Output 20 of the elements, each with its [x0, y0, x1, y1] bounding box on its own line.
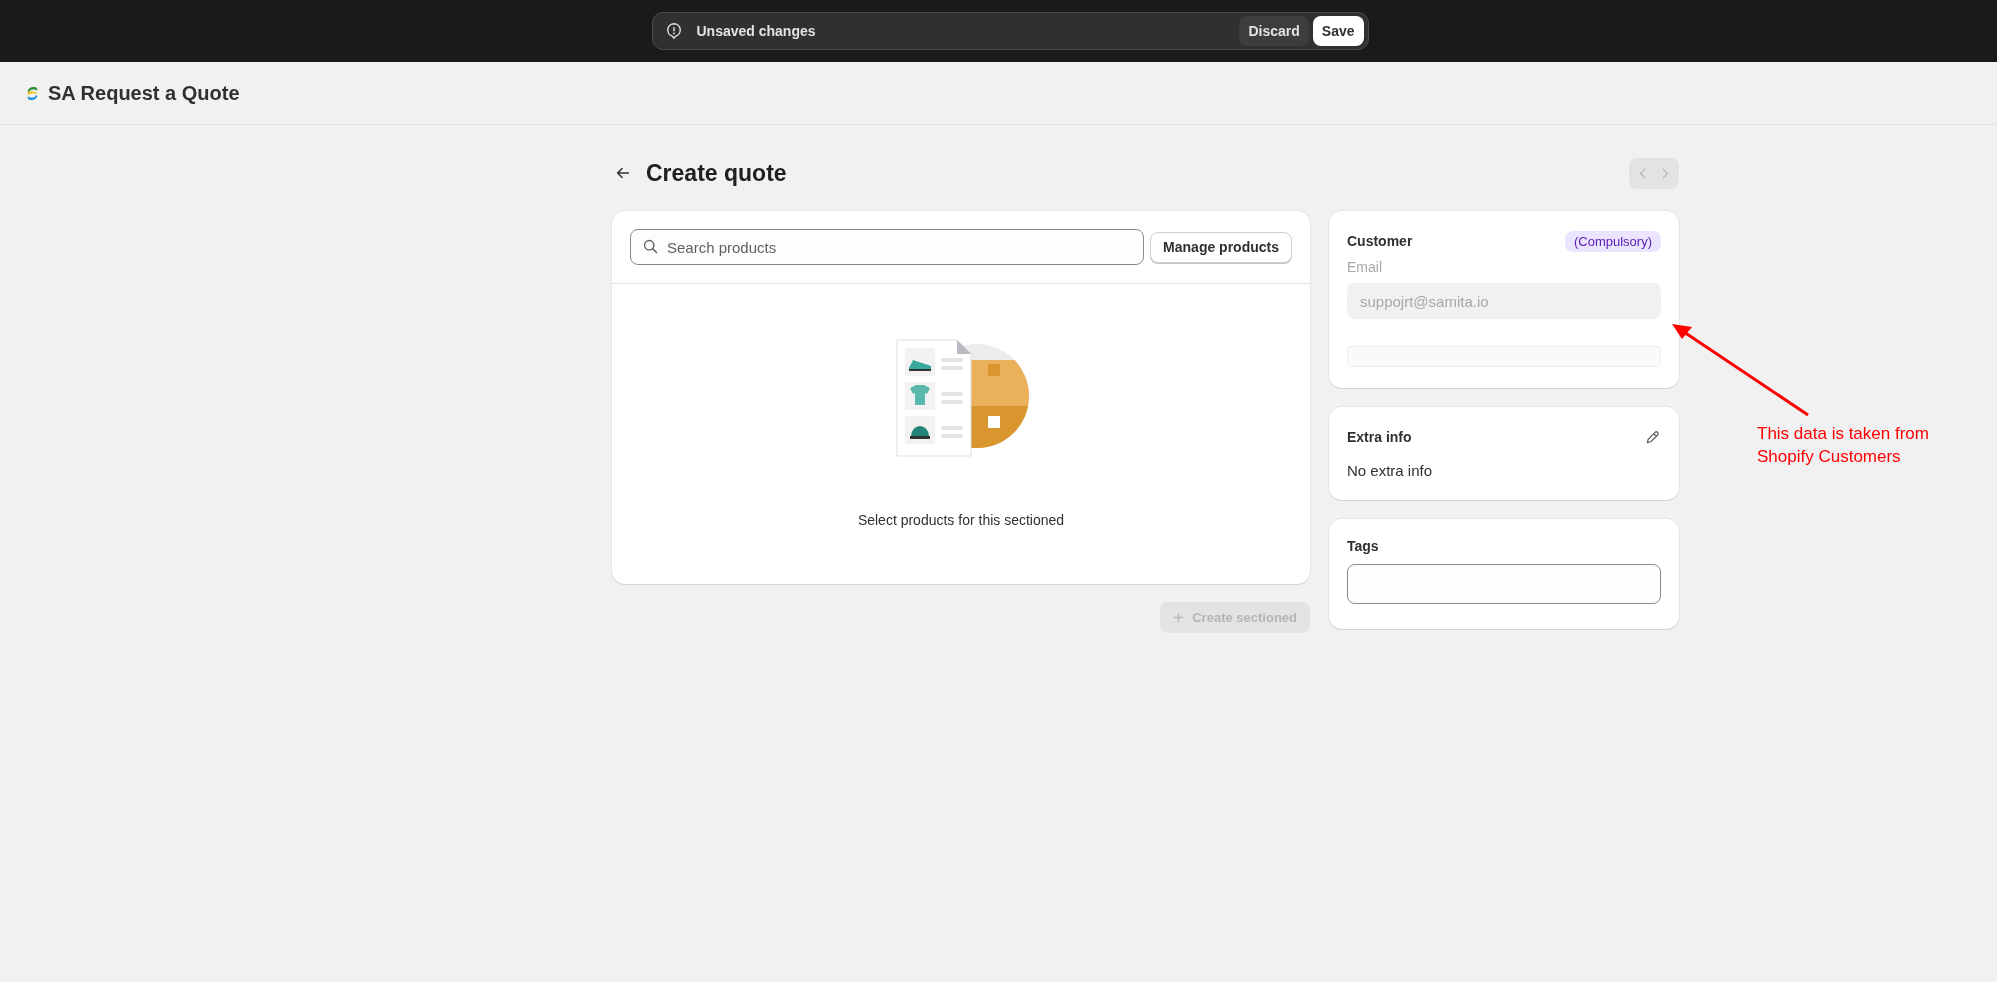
card-title: Tags [1347, 538, 1380, 554]
app-title: SA Request a Quote [48, 81, 240, 105]
compulsory-badge: (Compulsory) [1565, 230, 1661, 252]
alert-icon [664, 22, 683, 40]
annotation-text: This data is taken from Shopify Customers [1757, 423, 1930, 468]
extra-info-text: No extra info [1347, 462, 1434, 479]
search-field[interactable]: Search products [630, 229, 1145, 265]
save-bar-message: Unsaved changes [696, 23, 816, 39]
search-icon [642, 238, 659, 255]
card-title: Customer [1347, 233, 1413, 249]
card-title: Extra info [1347, 429, 1412, 445]
manage-products-button[interactable]: Manage products [1150, 231, 1292, 263]
page-title: Create quote [646, 159, 787, 187]
discard-button[interactable]: Discard [1239, 16, 1309, 46]
pencil-icon[interactable] [1644, 428, 1661, 446]
tags-field[interactable] [1347, 564, 1661, 604]
plus-icon [1173, 612, 1185, 623]
email-label: Email [1347, 259, 1383, 275]
empty-state-message: Select products for this sectioned [857, 512, 1065, 528]
save-button[interactable]: Save [1312, 16, 1364, 46]
